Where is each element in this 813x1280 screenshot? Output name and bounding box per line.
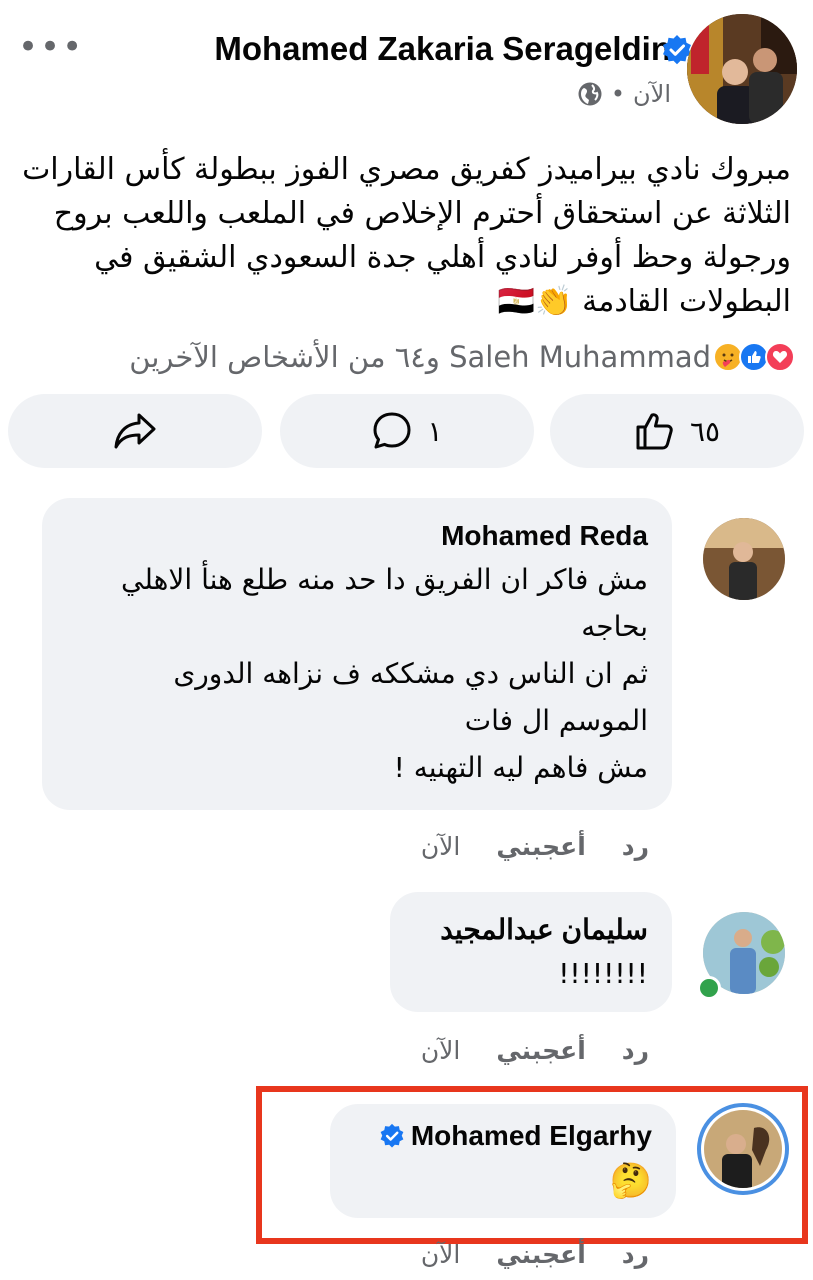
- post-meta: الآن •: [577, 80, 671, 108]
- commenter-name[interactable]: Mohamed Reda: [66, 516, 648, 556]
- author-avatar[interactable]: [687, 14, 797, 124]
- post-header: ••• Mohamed Zakaria Serageldin الآن •: [0, 0, 813, 140]
- meta-separator: •: [610, 80, 626, 108]
- comment-line: مش فاكر ان الفريق دا حد منه طلع هنأ الاه…: [121, 563, 648, 596]
- reactions-text: Saleh Muhammad و٦٤ من الأشخاص الآخرين: [129, 340, 711, 374]
- commenter-avatar[interactable]: [703, 518, 785, 600]
- reactions-summary[interactable]: Saleh Muhammad و٦٤ من الأشخاص الآخرين: [15, 340, 795, 374]
- comment-actions: الآن أعجبني رد: [421, 832, 649, 861]
- comment-line: الموسم ال فات: [464, 704, 648, 737]
- comment-like-button[interactable]: أعجبني: [496, 1036, 585, 1065]
- comment-line: 🤔: [609, 1161, 652, 1201]
- comment-time: الآن: [420, 1240, 461, 1269]
- comment-reply-button[interactable]: رد: [622, 832, 649, 861]
- commenter-name[interactable]: Mohamed Elgarhy: [411, 1116, 652, 1156]
- share-button[interactable]: [8, 394, 262, 468]
- thumbs-up-icon: [636, 413, 673, 450]
- verified-badge-icon: [380, 1123, 404, 1148]
- online-status-dot: [697, 976, 721, 1000]
- comment-actions: الآن أعجبني رد: [421, 1036, 649, 1065]
- globe-icon: [578, 82, 602, 106]
- comment-line: ثم ان الناس دي مشككه ف نزاهه الدورى: [173, 657, 648, 690]
- comment-line: بحاجه: [581, 610, 648, 643]
- comment-button[interactable]: ١: [280, 394, 534, 468]
- comment-like-button[interactable]: أعجبني: [496, 1240, 585, 1269]
- commenter-name-row: Mohamed Elgarhy: [354, 1116, 652, 1156]
- comment-line: !!!!!!!!: [558, 957, 648, 990]
- share-icon: [114, 413, 156, 449]
- post-body-text: مبروك نادي بيراميدز كفريق مصري الفوز ببط…: [22, 152, 791, 319]
- commenter-avatar[interactable]: [697, 1103, 789, 1195]
- commenter-name[interactable]: سليمان عبدالمجيد: [414, 910, 648, 950]
- comment-line: مش فاهم ليه التهنيه !: [393, 751, 648, 784]
- more-options-icon[interactable]: •••: [18, 30, 84, 64]
- comment-count: ١: [427, 414, 443, 448]
- love-reaction-icon: [765, 342, 795, 372]
- comment-like-button[interactable]: أعجبني: [496, 832, 585, 861]
- like-button[interactable]: ٦٥: [550, 394, 804, 468]
- comment-icon: [373, 412, 411, 449]
- post-time: الآن: [633, 80, 671, 108]
- comment-bubble: Mohamed Elgarhy 🤔: [330, 1104, 676, 1218]
- post-author-name[interactable]: Mohamed Zakaria Serageldin: [214, 30, 671, 68]
- comment-actions: الآن أعجبني رد: [421, 1240, 649, 1269]
- comment-reply-button[interactable]: رد: [622, 1036, 649, 1065]
- comment-time: الآن: [420, 832, 461, 861]
- comment-bubble: Mohamed Reda مش فاكر ان الفريق دا حد منه…: [42, 498, 672, 810]
- like-count: ٦٥: [689, 414, 721, 448]
- comment-reply-button[interactable]: رد: [622, 1240, 649, 1269]
- comment-bubble: سليمان عبدالمجيد !!!!!!!!: [390, 892, 672, 1012]
- comment-time: الآن: [420, 1036, 461, 1065]
- reaction-icons: [713, 342, 795, 372]
